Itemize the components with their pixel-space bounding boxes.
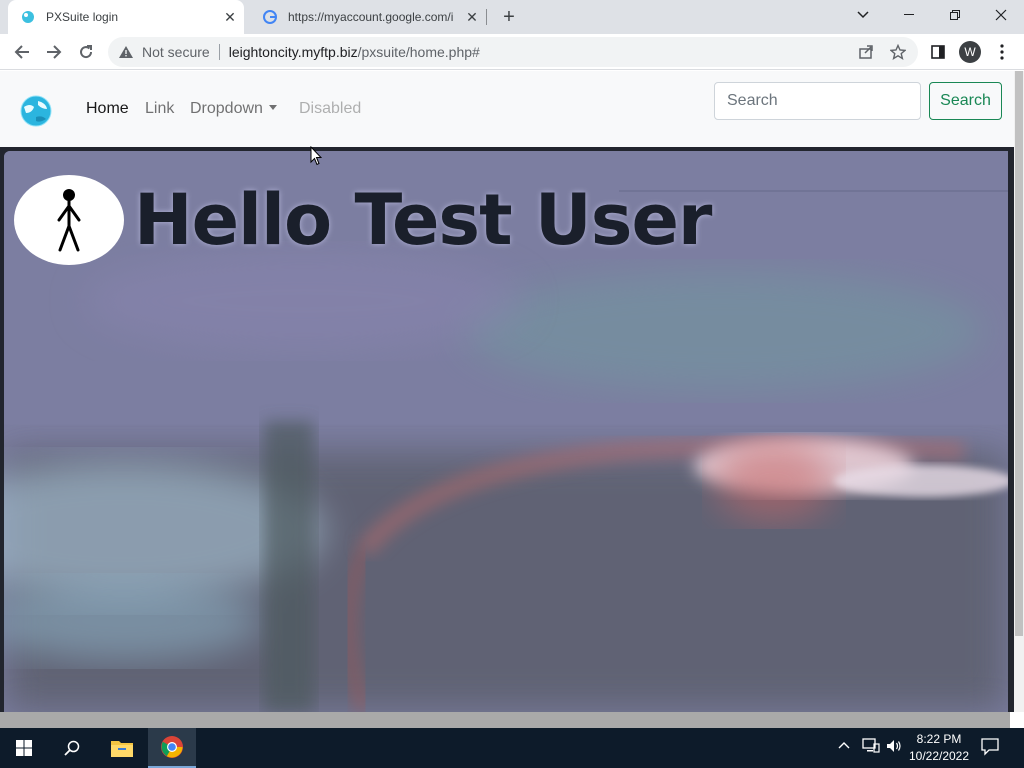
reload-icon[interactable]: [72, 38, 100, 66]
notification-icon[interactable]: [980, 736, 1004, 760]
search-input[interactable]: [714, 82, 921, 120]
vertical-scrollbar[interactable]: [1014, 71, 1024, 712]
search-button[interactable]: Search: [929, 82, 1002, 120]
scrollbar-thumb[interactable]: [1015, 71, 1023, 636]
nav-link-link[interactable]: Link: [145, 100, 174, 118]
volume-icon[interactable]: [886, 738, 902, 757]
site-navbar: Home Link Dropdown Disabled Search: [0, 71, 1014, 147]
nav-dropdown-label: Dropdown: [190, 100, 263, 117]
share-icon[interactable]: [852, 38, 880, 66]
tab-google-account[interactable]: https://myaccount.google.com/i ✕: [250, 0, 486, 34]
greeting-heading: Hello Test User: [134, 179, 712, 261]
back-arrow-icon[interactable]: [8, 38, 36, 66]
restore-icon[interactable]: [932, 0, 978, 30]
windows-taskbar: 8:22 PM 10/22/2022: [0, 728, 1024, 768]
tab-title: PXSuite login: [46, 10, 119, 24]
url-host: leightoncity.myftp.biz: [228, 44, 358, 60]
mouse-cursor-icon: [310, 146, 322, 166]
chevron-up-icon[interactable]: [838, 738, 850, 753]
network-icon[interactable]: [862, 738, 880, 757]
clock-time: 8:22 PM: [916, 732, 962, 746]
caret-down-icon: [268, 105, 277, 110]
omnibox-separator: [218, 44, 220, 60]
file-explorer-icon[interactable]: [98, 728, 146, 768]
pxsuite-favicon-icon: [20, 9, 36, 25]
google-favicon-icon: [262, 9, 278, 25]
warning-triangle-icon[interactable]: [118, 45, 136, 59]
browser-toolbar: Not secure leightoncity.myftp.biz/pxsuit…: [0, 34, 1024, 70]
nav-link-disabled: Disabled: [299, 100, 362, 117]
address-bar[interactable]: Not secure leightoncity.myftp.biz/pxsuit…: [108, 37, 918, 67]
hero-section: Hello Test User: [0, 147, 1014, 712]
url-path: /pxsuite/home.php#: [357, 44, 480, 60]
horizontal-scrollbar[interactable]: [0, 712, 1010, 728]
system-clock[interactable]: 8:22 PM 10/22/2022: [906, 731, 972, 765]
tab-separator: [486, 9, 487, 25]
minimize-icon[interactable]: [886, 0, 932, 30]
tab-close-icon[interactable]: ✕: [462, 7, 482, 27]
nav-dropdown-toggle[interactable]: Dropdown: [190, 100, 277, 118]
search-icon[interactable]: [48, 728, 96, 768]
security-label[interactable]: Not secure: [142, 44, 210, 60]
windows-start-icon[interactable]: [0, 728, 48, 768]
nav-link-home[interactable]: Home: [86, 100, 129, 118]
brand-logo-icon[interactable]: [20, 95, 52, 127]
side-panel-icon[interactable]: [924, 38, 952, 66]
page-viewport: Home Link Dropdown Disabled Search Searc…: [0, 71, 1024, 728]
tab-close-icon[interactable]: ✕: [220, 7, 240, 27]
bookmark-star-icon[interactable]: [884, 38, 912, 66]
close-window-icon[interactable]: [978, 0, 1024, 30]
tab-pxsuite-login[interactable]: PXSuite login ✕: [8, 0, 244, 34]
profile-avatar[interactable]: W: [959, 41, 981, 63]
tab-title: https://myaccount.google.com/i: [288, 10, 454, 24]
user-avatar: [14, 175, 124, 265]
new-tab-button[interactable]: +: [498, 6, 520, 28]
hero-background-image: Hello Test User: [4, 151, 1008, 712]
clock-date: 10/22/2022: [908, 749, 970, 763]
forward-arrow-icon[interactable]: [40, 38, 68, 66]
chrome-taskbar-icon[interactable]: [148, 728, 196, 768]
stick-figure-icon: [57, 189, 81, 252]
tab-strip: PXSuite login ✕ https://myaccount.google…: [0, 0, 1024, 34]
menu-kebab-icon[interactable]: [988, 38, 1016, 66]
tab-search-chevron-icon[interactable]: [840, 0, 886, 30]
